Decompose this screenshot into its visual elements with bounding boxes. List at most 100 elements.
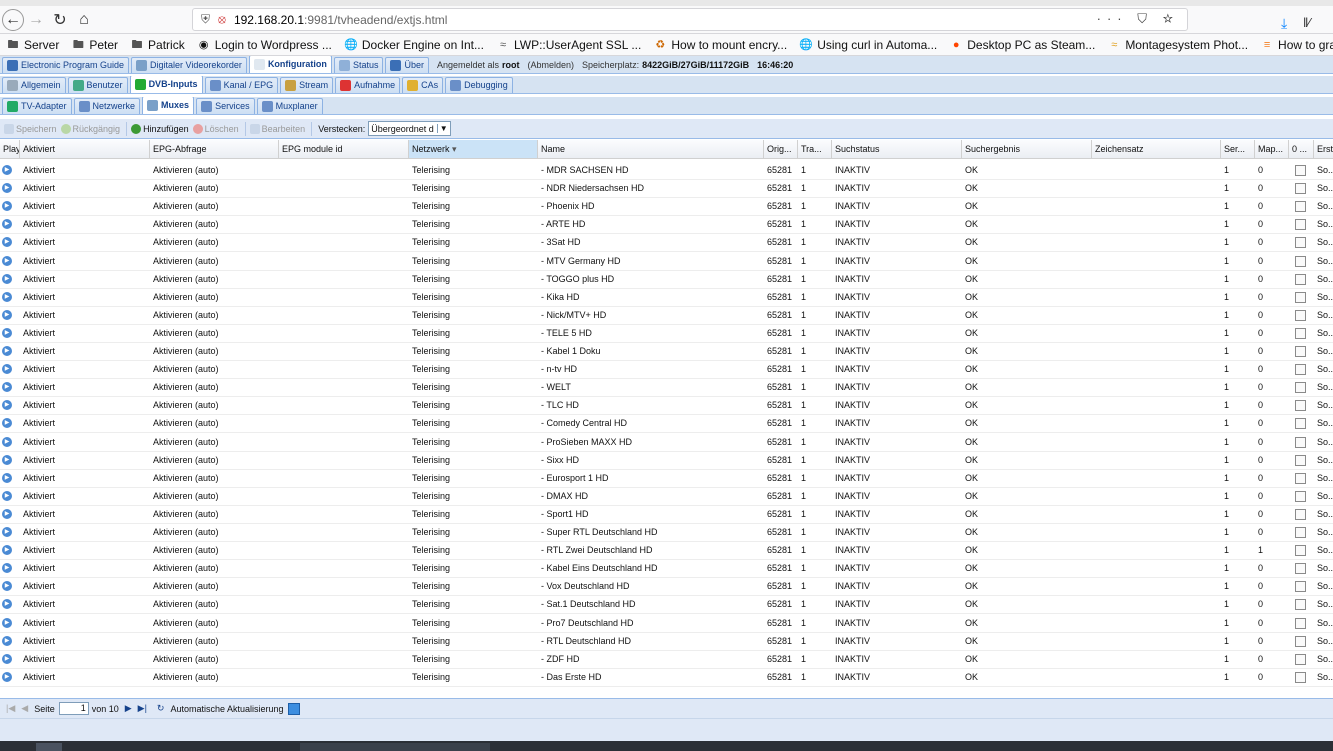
column-header-name[interactable]: Name: [538, 140, 764, 158]
tsid-zero-checkbox[interactable]: [1295, 291, 1306, 303]
bookmark-item[interactable]: ≡ How to grant all privil...: [1260, 38, 1333, 52]
play-icon[interactable]: ▶: [2, 165, 12, 175]
back-arrow-icon[interactable]: ←: [2, 8, 24, 31]
tsid-zero-checkbox[interactable]: [1295, 237, 1306, 249]
table-row[interactable]: ▶ Aktiviert Aktivieren (auto) Telerising - A…: [0, 215, 1333, 235]
table-row[interactable]: ▶ Aktiviert Aktivieren (auto) Telerising - N…: [0, 306, 1333, 325]
tab-stream[interactable]: Stream: [280, 77, 334, 93]
table-row[interactable]: ▶ Aktiviert Aktivieren (auto) Telerising - T…: [0, 270, 1333, 289]
next-page-icon[interactable]: ▶: [125, 703, 132, 714]
column-header-epg[interactable]: EPG-Abfrage: [150, 140, 279, 158]
taskbar-item[interactable]: [300, 743, 490, 751]
tab-benutzer[interactable]: Benutzer: [67, 77, 128, 93]
tsid-zero-checkbox[interactable]: [1295, 382, 1306, 394]
tsid-zero-checkbox[interactable]: [1295, 617, 1306, 629]
tsid-zero-checkbox[interactable]: [1295, 219, 1306, 231]
tab-kanal-epg[interactable]: Kanal / EPG: [204, 77, 279, 93]
taskbar-item[interactable]: [36, 743, 62, 751]
play-icon[interactable]: ▶: [2, 563, 12, 574]
table-row[interactable]: ▶ Aktiviert Aktivieren (auto) Telerising - C…: [0, 414, 1333, 434]
play-icon[interactable]: ▶: [2, 454, 12, 465]
tab-netzwerke[interactable]: Netzwerke: [73, 98, 141, 114]
page-actions-icon[interactable]: ··· ⛉ ☆: [1097, 11, 1179, 27]
tsid-zero-checkbox[interactable]: [1295, 400, 1306, 412]
tsid-zero-checkbox[interactable]: [1295, 581, 1306, 593]
table-row[interactable]: ▶ Aktiviert Aktivieren (auto) Telerising - K…: [0, 288, 1333, 307]
tab-allgemein[interactable]: Allgemein: [2, 77, 66, 93]
tab-muxes[interactable]: Muxes: [142, 97, 195, 114]
tab--ber[interactable]: Über: [385, 57, 429, 73]
table-row[interactable]: ▶ Aktiviert Aktivieren (auto) Telerising - D…: [0, 668, 1333, 687]
tsid-zero-checkbox[interactable]: [1295, 635, 1306, 647]
play-icon[interactable]: ▶: [2, 219, 12, 230]
logout-link[interactable]: (Abmelden): [528, 60, 575, 70]
table-row[interactable]: ▶ Aktiviert Aktivieren (auto) Telerising - E…: [0, 469, 1333, 488]
column-header-services[interactable]: Ser...: [1221, 140, 1255, 158]
table-row[interactable]: ▶ Aktiviert Aktivieren (auto) Telerising - K…: [0, 342, 1333, 361]
column-header-created[interactable]: Erst: [1314, 140, 1333, 158]
table-row[interactable]: ▶ Aktiviert Aktivieren (auto) Telerising - R…: [0, 632, 1333, 651]
play-icon[interactable]: ▶: [2, 255, 12, 266]
last-page-icon[interactable]: ▶|: [138, 703, 147, 714]
tsid-zero-checkbox[interactable]: [1295, 273, 1306, 285]
play-icon[interactable]: ▶: [2, 508, 12, 519]
tab-digitaler-videorekorder[interactable]: Digitaler Videorekorder: [131, 57, 247, 73]
table-row[interactable]: ▶ Aktiviert Aktivieren (auto) Telerising - V…: [0, 577, 1333, 597]
play-icon[interactable]: ▶: [2, 617, 12, 628]
reload-icon[interactable]: ↻: [48, 8, 72, 32]
column-header-scan-status[interactable]: Suchstatus: [832, 140, 962, 158]
column-header-scan-result[interactable]: Suchergebnis: [962, 140, 1092, 158]
table-row[interactable]: ▶ Aktiviert Aktivieren (auto) Telerising - D…: [0, 487, 1333, 506]
play-icon[interactable]: ▶: [2, 183, 12, 194]
tsid-zero-checkbox[interactable]: [1295, 309, 1306, 321]
table-row[interactable]: ▶ Aktiviert Aktivieren (auto) Telerising - P…: [0, 614, 1333, 633]
tsid-zero-checkbox[interactable]: [1295, 346, 1306, 357]
library-icon[interactable]: ‖⁄: [1303, 15, 1311, 30]
table-row[interactable]: ▶ Aktiviert Aktivieren (auto) Telerising - 3…: [0, 233, 1333, 253]
play-icon[interactable]: ▶: [2, 346, 12, 356]
bookmark-item[interactable]: ● Desktop PC as Steam...: [949, 38, 1095, 52]
tsid-zero-checkbox[interactable]: [1295, 490, 1306, 502]
tsid-zero-checkbox[interactable]: [1295, 436, 1306, 448]
tsid-zero-checkbox[interactable]: [1295, 165, 1306, 176]
bookmark-item[interactable]: 🖿 Patrick: [130, 38, 185, 52]
play-icon[interactable]: ▶: [2, 635, 12, 646]
tsid-zero-checkbox[interactable]: [1295, 364, 1306, 376]
table-row[interactable]: ▶ Aktiviert Aktivieren (auto) Telerising - T…: [0, 324, 1333, 343]
table-row[interactable]: ▶ Aktiviert Aktivieren (auto) Telerising - R…: [0, 541, 1333, 561]
play-icon[interactable]: ▶: [2, 581, 12, 592]
prev-page-icon[interactable]: ◀: [21, 703, 28, 714]
tab-cas[interactable]: CAs: [402, 77, 444, 93]
home-icon[interactable]: ⌂: [72, 8, 96, 32]
play-icon[interactable]: ▶: [2, 291, 12, 302]
play-icon[interactable]: ▶: [2, 309, 12, 320]
play-icon[interactable]: ▶: [2, 201, 12, 212]
table-row[interactable]: ▶ Aktiviert Aktivieren (auto) Telerising - M…: [0, 252, 1333, 271]
play-icon[interactable]: ▶: [2, 327, 12, 338]
play-icon[interactable]: ▶: [2, 364, 12, 375]
play-icon[interactable]: ▶: [2, 472, 12, 483]
play-icon[interactable]: ▶: [2, 490, 12, 501]
tsid-zero-checkbox[interactable]: [1295, 454, 1306, 466]
table-row[interactable]: ▶ Aktiviert Aktivieren (auto) Telerising - P…: [0, 197, 1333, 217]
table-row[interactable]: ▶ Aktiviert Aktivieren (auto) Telerising - S…: [0, 595, 1333, 615]
column-header-charset[interactable]: Zeichensatz: [1092, 140, 1221, 158]
auto-refresh-checkbox[interactable]: [287, 702, 300, 715]
table-row[interactable]: ▶ Aktiviert Aktivieren (auto) Telerising - Z…: [0, 650, 1333, 669]
play-icon[interactable]: ▶: [2, 599, 12, 610]
bookmark-item[interactable]: 🖿 Server: [6, 38, 60, 52]
column-header-enabled[interactable]: Aktiviert: [20, 140, 150, 158]
play-icon[interactable]: ▶: [2, 671, 12, 682]
tsid-zero-checkbox[interactable]: [1295, 599, 1306, 611]
forward-arrow-icon[interactable]: →: [24, 8, 48, 32]
table-row[interactable]: ▶ Aktiviert Aktivieren (auto) Telerising - N…: [0, 179, 1333, 199]
table-row[interactable]: ▶ Aktiviert Aktivieren (auto) Telerising - n…: [0, 360, 1333, 380]
column-header-play[interactable]: Play: [0, 140, 20, 158]
table-row[interactable]: ▶ Aktiviert Aktivieren (auto) Telerising - M…: [0, 161, 1333, 180]
column-header-tsid-zero[interactable]: 0 ...: [1289, 140, 1314, 158]
play-icon[interactable]: ▶: [2, 527, 12, 537]
tab-muxplaner[interactable]: Muxplaner: [256, 98, 323, 114]
first-page-icon[interactable]: |◀: [6, 703, 15, 714]
delete-button[interactable]: Löschen: [192, 123, 239, 134]
column-header-tsid[interactable]: Tra...: [798, 140, 832, 158]
